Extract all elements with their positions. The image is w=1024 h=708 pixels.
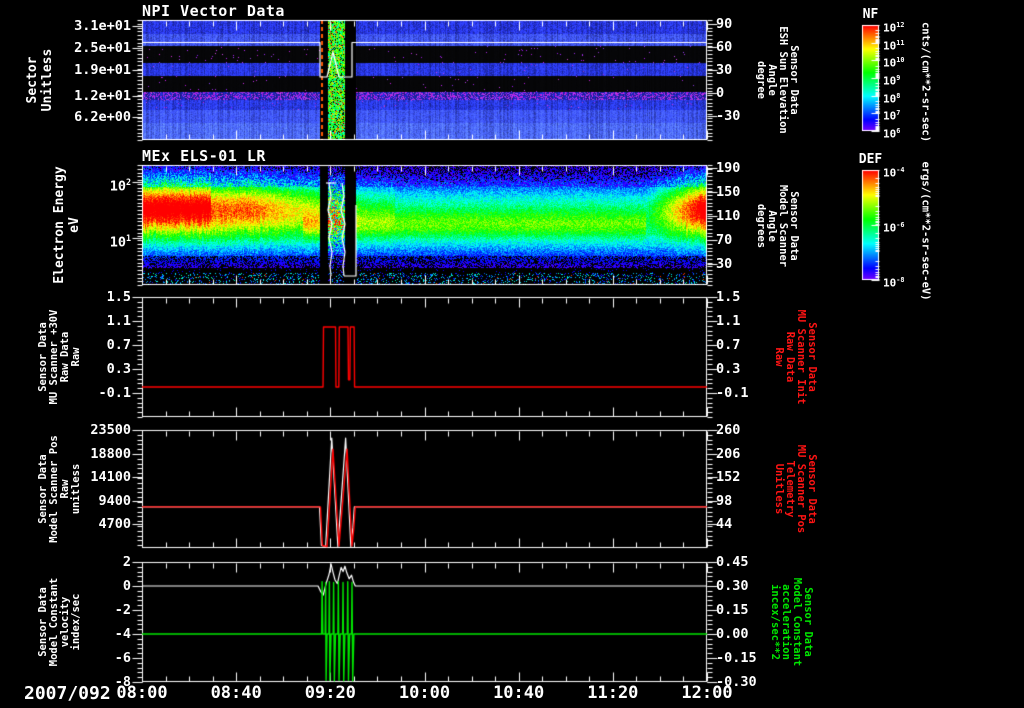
panel1-right-tick-4: -30 — [716, 108, 786, 124]
panel3-right-tick-3: 0.3 — [716, 361, 786, 377]
panel2-right-tick-4: 30 — [716, 256, 786, 272]
panel2-right-tick-0: 190 — [716, 160, 786, 176]
x-axis-tick-2: 09:20 — [282, 683, 378, 703]
panel3-left-tick-2: 0.7 — [58, 337, 131, 353]
x-axis-tick-3: 10:00 — [377, 683, 473, 703]
def-colorbar-tick-0: 10-4 — [883, 164, 933, 180]
def-colorbar-tick-2: 10-8 — [883, 274, 933, 290]
nf-colorbar-tick-0: 1012 — [883, 19, 933, 35]
panel1-left-tick-4: 6.2e+00 — [58, 109, 131, 125]
panel5-left-tick-2: -2 — [58, 602, 131, 618]
panel1-left-tick-2: 1.9e+01 — [58, 62, 131, 78]
axes-and-traces-layer — [0, 0, 1024, 708]
panel4-left-tick-3: 9400 — [58, 493, 131, 509]
nf-colorbar-tick-5: 107 — [883, 107, 933, 123]
panel5-right-tick-4: -0.15 — [716, 650, 786, 666]
nf-colorbar-tick-2: 1010 — [883, 54, 933, 70]
panel4-right-tick-2: 152 — [716, 469, 786, 485]
panel5-left-tick-1: 0 — [58, 578, 131, 594]
panel4-right-tick-0: 260 — [716, 422, 786, 438]
panel3-right-tick-1: 1.1 — [716, 313, 786, 329]
x-axis-tick-5: 11:20 — [565, 683, 661, 703]
panel4-right-tick-1: 206 — [716, 446, 786, 462]
nf-colorbar-tick-4: 108 — [883, 90, 933, 106]
panel1-right-tick-3: 0 — [716, 85, 786, 101]
panel2-title: MEx ELS-01 LR — [142, 147, 266, 165]
panel2-right-tick-1: 150 — [716, 184, 786, 200]
panel3-left-tick-0: 1.5 — [58, 289, 131, 305]
panel2-right-tick-2: 110 — [716, 208, 786, 224]
nf-colorbar-tick-6: 106 — [883, 125, 933, 141]
panel3-left-tick-3: 0.3 — [58, 361, 131, 377]
panel3-right-tick-2: 0.7 — [716, 337, 786, 353]
panel1-y-axis-label: Sector Unitless — [25, 49, 55, 112]
panel5-right-tick-2: 0.15 — [716, 602, 786, 618]
panel1-left-tick-1: 2.5e+01 — [58, 40, 131, 56]
panel1-right-tick-2: 30 — [716, 62, 786, 78]
panel3-left-tick-4: -0.1 — [58, 385, 131, 401]
panel4-left-tick-4: 4700 — [58, 516, 131, 532]
plot-page: NPI Vector Data MEx ELS-01 LR Sector Uni… — [0, 0, 1024, 708]
panel1-left-tick-3: 1.2e+01 — [58, 88, 131, 104]
panel5-left-tick-3: -4 — [58, 626, 131, 642]
panel5-right-tick-1: 0.30 — [716, 578, 786, 594]
x-axis-tick-4: 10:40 — [471, 683, 567, 703]
nf-colorbar-tick-1: 1011 — [883, 37, 933, 53]
def-colorbar-tick-1: 10-6 — [883, 219, 933, 235]
panel1-right-tick-0: 90 — [716, 16, 786, 32]
panel4-right-tick-3: 98 — [716, 493, 786, 509]
panel3-left-tick-1: 1.1 — [58, 313, 131, 329]
panel1-left-tick-0: 3.1e+01 — [58, 18, 131, 34]
panel4-left-tick-2: 14100 — [58, 469, 131, 485]
panel5-right-tick-0: 0.45 — [716, 554, 786, 570]
x-axis-tick-1: 08:40 — [188, 683, 284, 703]
panel4-left-tick-0: 23500 — [58, 422, 131, 438]
date-label: 2007/092 — [24, 683, 111, 704]
panel1-title: NPI Vector Data — [142, 2, 285, 20]
panel4-right-tick-4: 44 — [716, 516, 786, 532]
panel2-left-tick-0: 102 — [58, 174, 131, 195]
nf-colorbar-tick-3: 109 — [883, 72, 933, 88]
panel5-right-tick-3: 0.00 — [716, 626, 786, 642]
panel5-left-tick-0: 2 — [58, 554, 131, 570]
panel2-left-tick-1: 101 — [58, 230, 131, 251]
panel3-right-tick-0: 1.5 — [716, 289, 786, 305]
panel3-right-tick-4: -0.1 — [716, 385, 786, 401]
panel1-right-tick-1: 60 — [716, 39, 786, 55]
x-axis-tick-6: 12:00 — [659, 683, 755, 703]
panel5-left-tick-4: -6 — [58, 650, 131, 666]
panel4-left-tick-1: 18800 — [58, 446, 131, 462]
panel2-right-tick-3: 70 — [716, 232, 786, 248]
